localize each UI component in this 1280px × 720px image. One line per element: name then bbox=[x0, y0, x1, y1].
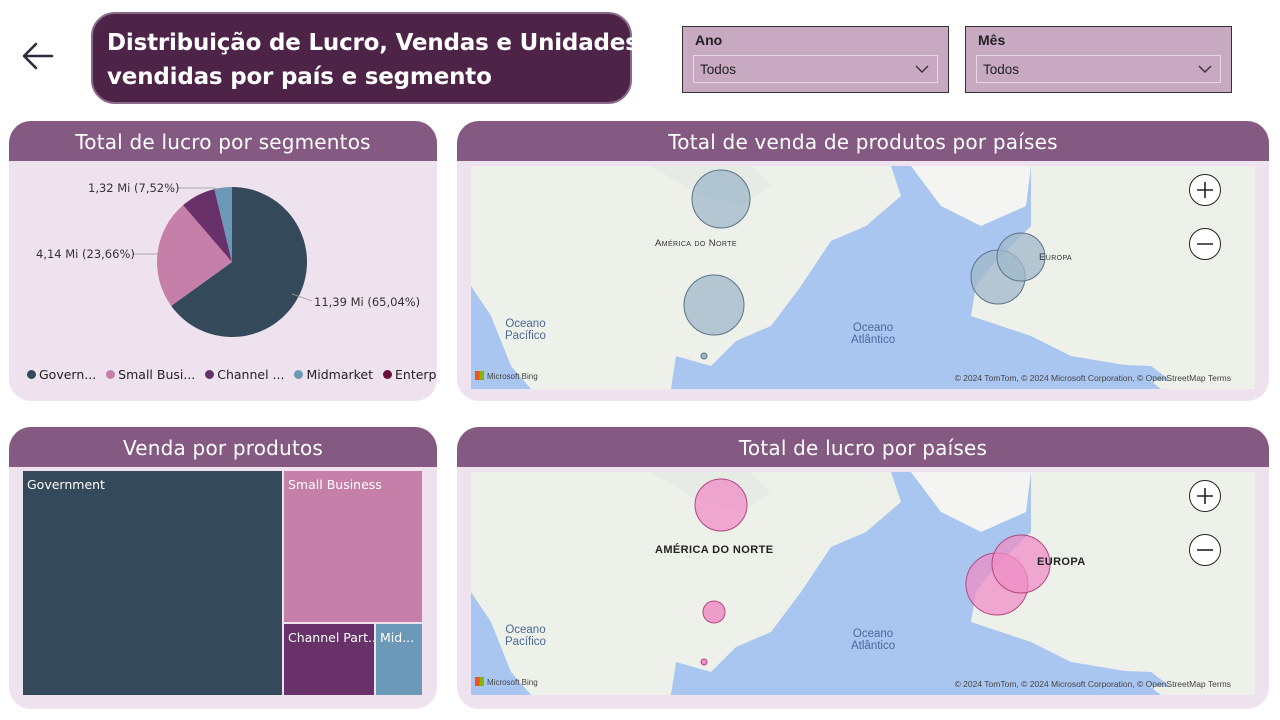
label-pacific: Oceano Pacífico bbox=[505, 624, 546, 648]
year-dropdown-value: Todos bbox=[700, 62, 737, 77]
page-title-line1: Distribuição de Lucro, Vendas e Unidades bbox=[107, 30, 639, 56]
profit-by-country-title: Total de lucro por países bbox=[457, 427, 1269, 467]
treemap-tile-small-business[interactable]: Small Business bbox=[284, 471, 422, 622]
profit-map[interactable]: AMÉRICA DO NORTE EUROPA Oceano Pacífico O… bbox=[471, 472, 1255, 695]
profit-by-country-card: Total de lucro por países AMÉRICA DO NOR… bbox=[457, 427, 1269, 709]
label-atlantic: Oceano Atlântico bbox=[851, 322, 896, 346]
legend-item-midmarket[interactable]: Midmarket bbox=[294, 367, 373, 382]
bing-logo: Microsoft Bing bbox=[475, 371, 538, 381]
sales-by-product-card: Venda por produtos Government Small Busi… bbox=[9, 427, 437, 709]
sales-bubbles bbox=[683, 169, 1046, 360]
sales-map[interactable]: América do Norte Europa Oceano Pacífico O… bbox=[471, 166, 1255, 389]
legend-item-channel-partners[interactable]: Channel ... bbox=[205, 367, 284, 382]
legend-item-small-business[interactable]: Small Busi... bbox=[106, 367, 195, 382]
pie-label-government: 11,39 Mi (65,04%) bbox=[314, 295, 421, 309]
month-dropdown-value: Todos bbox=[983, 62, 1020, 77]
treemap-tile-channel-partners[interactable]: Channel Part... bbox=[284, 624, 374, 695]
chevron-down-icon bbox=[915, 65, 929, 73]
zoom-out-button[interactable] bbox=[1189, 228, 1221, 260]
year-dropdown[interactable]: Todos bbox=[693, 55, 938, 83]
map-attribution[interactable]: © 2024 TomTom, © 2024 Microsoft Corporat… bbox=[955, 679, 1231, 689]
month-slicer-label: Mês bbox=[978, 32, 1006, 48]
label-europe: Europa bbox=[1039, 252, 1073, 263]
minus-icon bbox=[1197, 243, 1213, 245]
year-slicer-label: Ano bbox=[695, 32, 723, 48]
label-pacific: Oceano Pacífico bbox=[505, 318, 546, 342]
zoom-in-button[interactable] bbox=[1189, 174, 1221, 206]
year-slicer: Ano Todos bbox=[682, 26, 949, 93]
page-title: Distribuição de Lucro, Vendas e Unidades… bbox=[91, 12, 639, 104]
map-attribution[interactable]: © 2024 TomTom, © 2024 Microsoft Corporat… bbox=[955, 373, 1231, 383]
pie-chart bbox=[132, 187, 313, 337]
chevron-down-icon bbox=[1198, 65, 1212, 73]
pie-legend: Govern... Small Busi... Channel ... Midm… bbox=[27, 367, 437, 382]
page-title-line2: vendidas por país e segmento bbox=[107, 64, 492, 90]
pie-label-small-business: 4,14 Mi (23,66%) bbox=[36, 247, 135, 261]
minus-icon bbox=[1197, 549, 1213, 551]
sales-by-product-title: Venda por produtos bbox=[9, 427, 437, 467]
plus-icon bbox=[1197, 182, 1213, 198]
treemap-tile-government[interactable]: Government bbox=[23, 471, 282, 695]
profit-by-segment-card: Total de lucro por segmentos 1,32 Mi (7,… bbox=[9, 121, 437, 401]
label-north-america: América do Norte bbox=[655, 238, 737, 249]
month-dropdown[interactable]: Todos bbox=[976, 55, 1221, 83]
plus-icon bbox=[1197, 488, 1213, 504]
sales-by-country-card: Total de venda de produtos por países Am… bbox=[457, 121, 1269, 401]
zoom-out-button[interactable] bbox=[1189, 534, 1221, 566]
profit-bubbles bbox=[694, 478, 1051, 666]
sales-by-country-title: Total de venda de produtos por países bbox=[457, 121, 1269, 161]
label-north-america: AMÉRICA DO NORTE bbox=[655, 544, 774, 556]
back-button[interactable] bbox=[18, 36, 58, 76]
legend-item-government[interactable]: Govern... bbox=[27, 367, 96, 382]
treemap-tile-midmarket[interactable]: Mid... bbox=[376, 624, 422, 695]
month-slicer: Mês Todos bbox=[965, 26, 1232, 93]
zoom-in-button[interactable] bbox=[1189, 480, 1221, 512]
bing-logo: Microsoft Bing bbox=[475, 677, 538, 687]
label-europe: EUROPA bbox=[1037, 556, 1086, 568]
arrow-left-icon bbox=[22, 42, 54, 70]
label-atlantic: Oceano Atlântico bbox=[851, 628, 896, 652]
pie-label-channel: 1,32 Mi (7,52%) bbox=[88, 181, 180, 195]
legend-item-enterprise[interactable]: Enterprise bbox=[383, 367, 437, 382]
